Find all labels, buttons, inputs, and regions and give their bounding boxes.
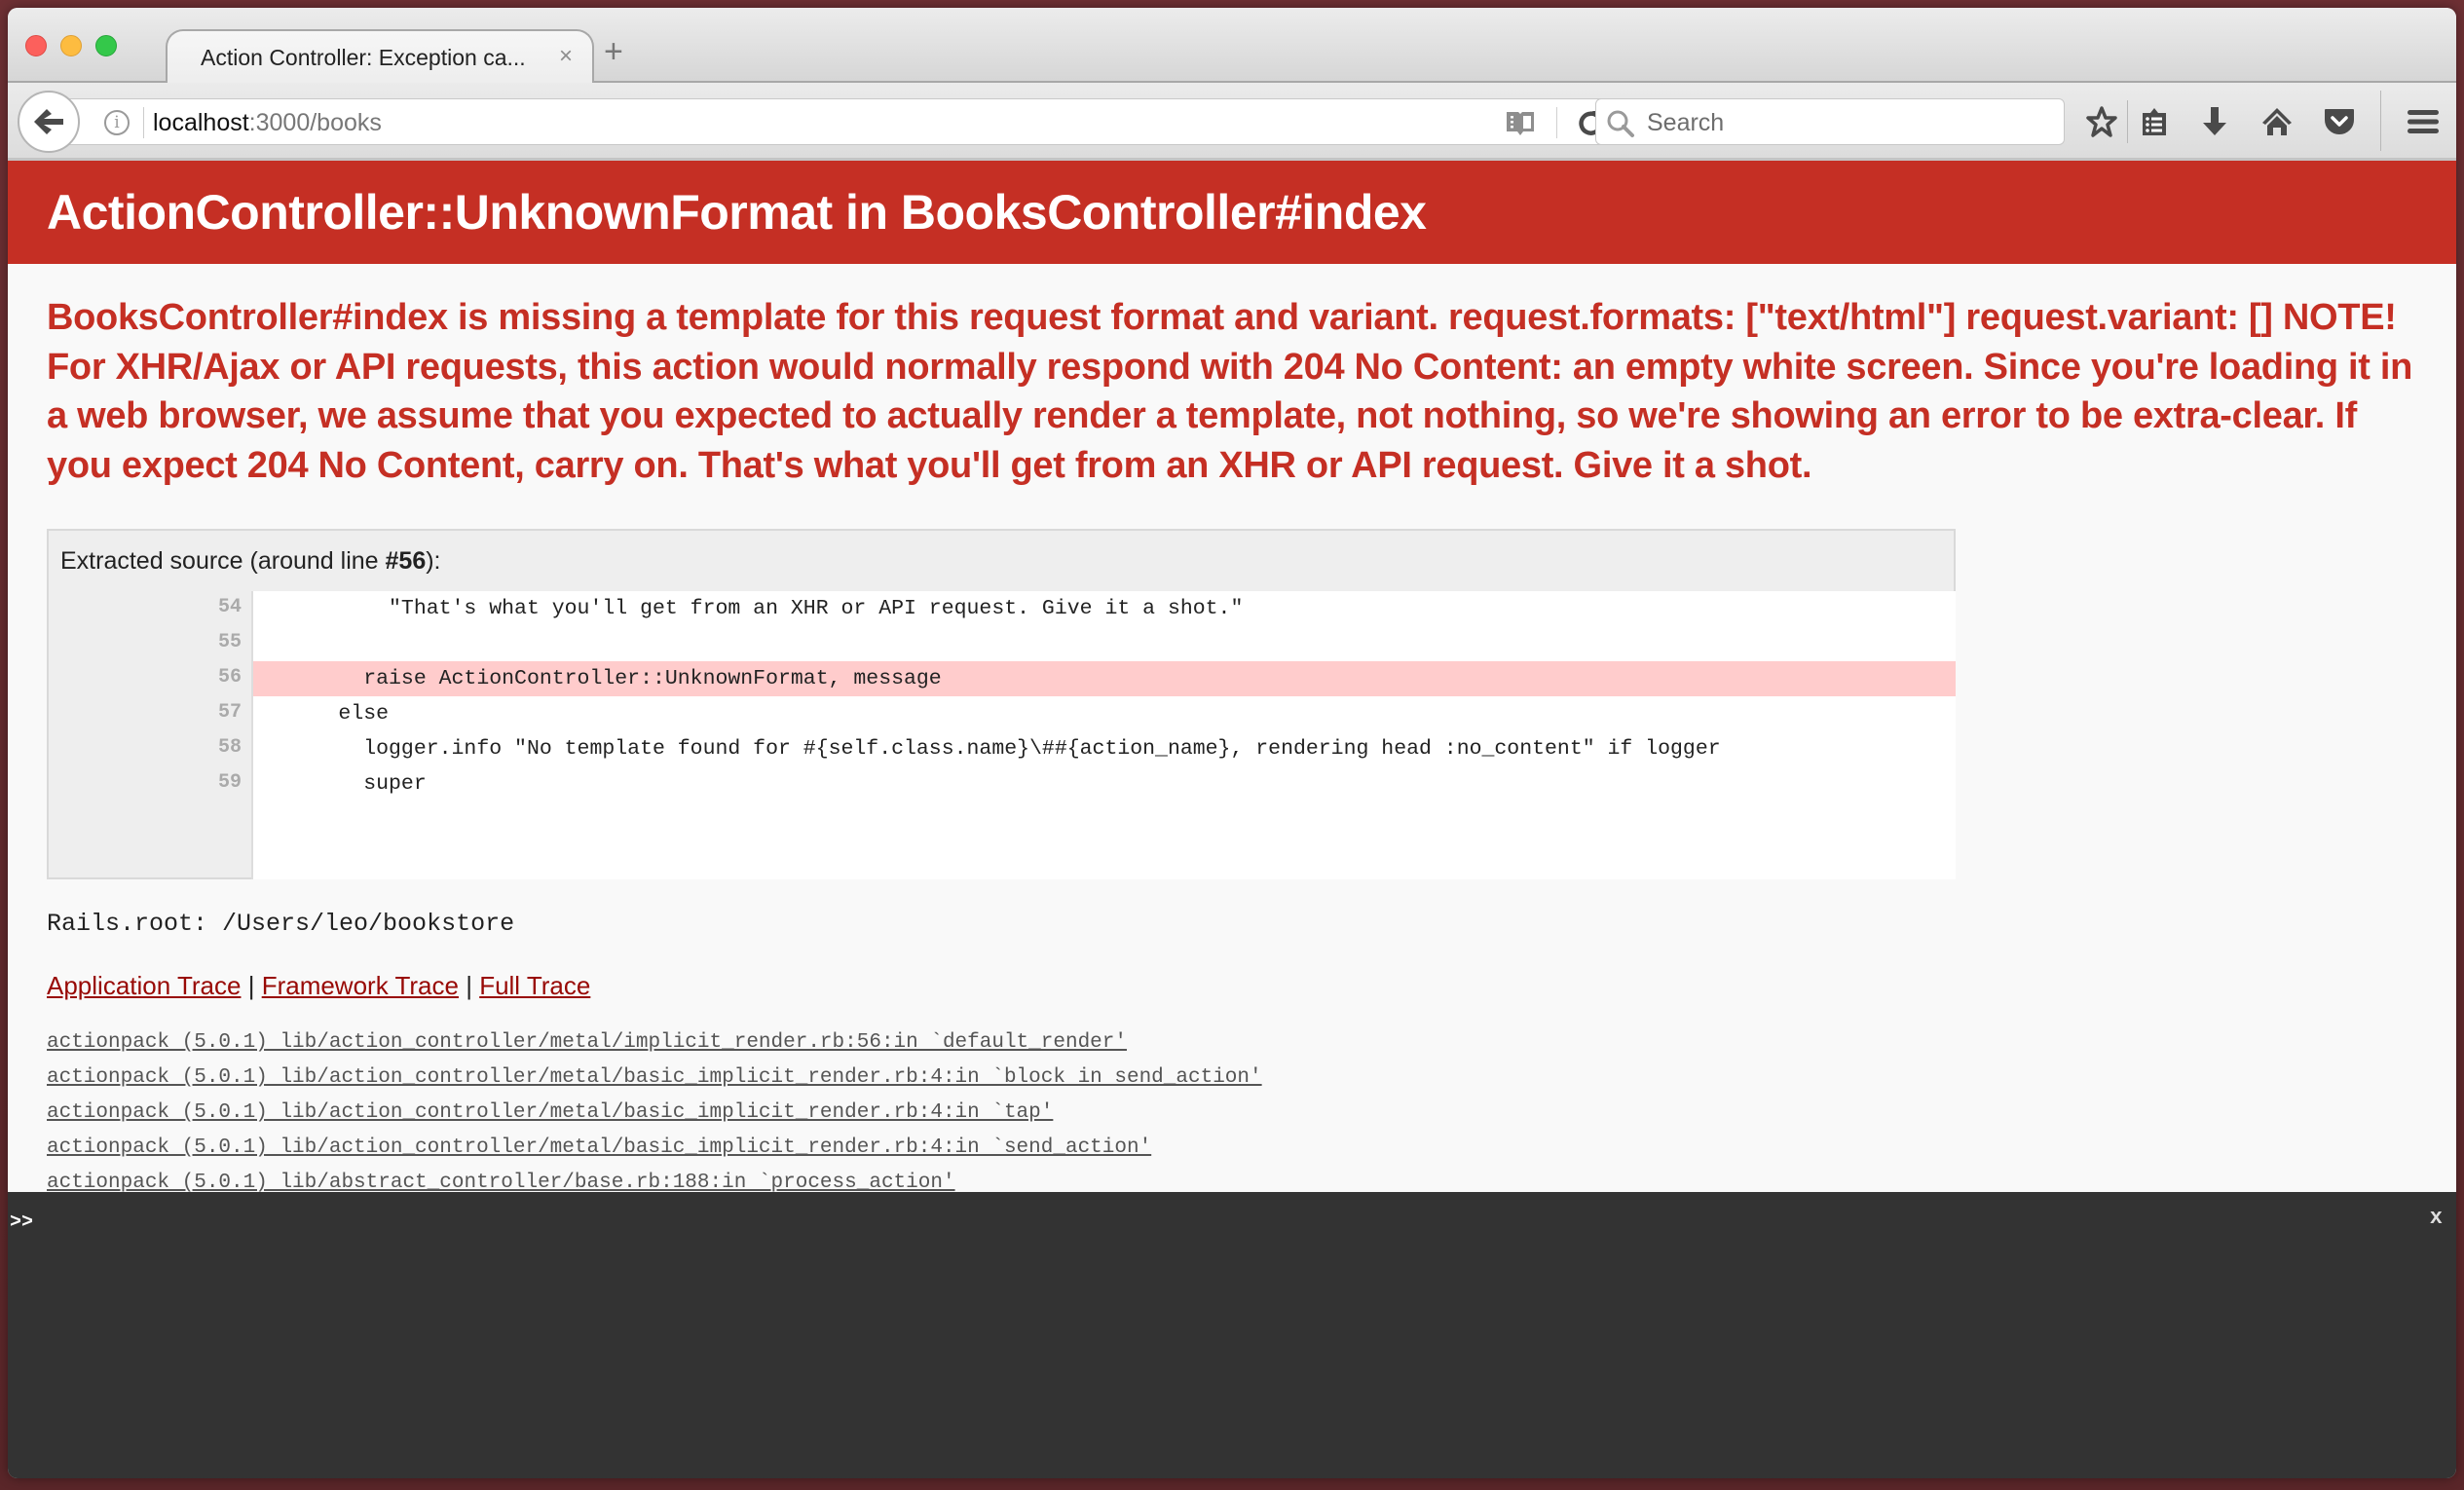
minimize-window-button[interactable] bbox=[60, 35, 82, 56]
console-close-button[interactable]: x bbox=[2430, 1206, 2443, 1230]
code-line: else bbox=[263, 702, 390, 726]
tab-title: Action Controller: Exception ca... bbox=[201, 45, 526, 70]
search-bar[interactable] bbox=[1595, 98, 2065, 145]
extracted-source: Extracted source (around line #56): 54 5… bbox=[47, 529, 1956, 879]
source-caption: Extracted source (around line #56): bbox=[60, 547, 441, 576]
line-number: 56 bbox=[217, 666, 242, 689]
line-number: 57 bbox=[217, 701, 242, 724]
bookmark-star-icon[interactable] bbox=[2082, 102, 2121, 141]
info-icon[interactable]: i bbox=[104, 110, 130, 135]
code-line: logger.info "No template found for #{sel… bbox=[263, 737, 1721, 761]
full-trace-link[interactable]: Full Trace bbox=[479, 971, 590, 1000]
trace-item[interactable]: actionpack (5.0.1) lib/action_controller… bbox=[47, 1025, 1262, 1061]
application-trace-link[interactable]: Application Trace bbox=[47, 971, 241, 1000]
zoom-window-button[interactable] bbox=[95, 35, 117, 56]
home-icon[interactable] bbox=[2258, 102, 2296, 141]
code-area: "That's what you'll get from an XHR or A… bbox=[251, 591, 1956, 879]
reader-view-icon[interactable] bbox=[1505, 109, 1536, 141]
trace-item[interactable]: actionpack (5.0.1) lib/action_controller… bbox=[47, 1096, 1262, 1131]
source-caption-line: #56 bbox=[385, 547, 427, 575]
line-number: 55 bbox=[217, 631, 242, 653]
trace-item[interactable]: actionpack (5.0.1) lib/abstract_controll… bbox=[47, 1166, 1262, 1192]
url-separator-2 bbox=[1556, 107, 1557, 138]
new-tab-button[interactable]: + bbox=[604, 35, 623, 68]
code-line-highlighted: raise ActionController::UnknownFormat, m… bbox=[253, 661, 1956, 696]
line-number: 54 bbox=[217, 596, 242, 618]
toolbar-separator-2 bbox=[2380, 91, 2381, 151]
tab-strip: Action Controller: Exception ca... × + bbox=[8, 8, 2456, 85]
back-arrow-icon bbox=[34, 109, 63, 134]
close-tab-icon[interactable]: × bbox=[559, 43, 573, 70]
trace-list: actionpack (5.0.1) lib/action_controller… bbox=[47, 1025, 1262, 1192]
trace-separator: | bbox=[247, 971, 255, 1000]
browser-tab[interactable]: Action Controller: Exception ca... × bbox=[166, 29, 594, 85]
console-prompt: >> bbox=[10, 1211, 34, 1234]
pocket-icon[interactable] bbox=[2320, 102, 2359, 141]
url-separator bbox=[143, 107, 144, 138]
url-host: localhost bbox=[153, 109, 249, 136]
trace-separator: | bbox=[466, 971, 472, 1000]
rails-root: Rails.root: /Users/leo/bookstore bbox=[47, 910, 515, 938]
close-window-button[interactable] bbox=[25, 35, 47, 56]
trace-item[interactable]: actionpack (5.0.1) lib/action_controller… bbox=[47, 1061, 1262, 1096]
line-number: 59 bbox=[217, 771, 242, 794]
browser-window: Action Controller: Exception ca... × + i… bbox=[8, 8, 2456, 1478]
hamburger-menu-icon[interactable] bbox=[2404, 102, 2443, 141]
navigation-toolbar: i localhost:3000/books bbox=[8, 83, 2456, 161]
url-text[interactable]: localhost:3000/books bbox=[153, 109, 382, 137]
line-number: 58 bbox=[217, 736, 242, 759]
source-caption-prefix: Extracted source (around line bbox=[60, 547, 386, 575]
search-input[interactable] bbox=[1647, 107, 2036, 138]
page-title: ActionController::UnknownFormat in Books… bbox=[47, 185, 1427, 240]
bookmarks-list-icon[interactable] bbox=[2135, 102, 2174, 141]
error-header: ActionController::UnknownFormat in Books… bbox=[8, 161, 2456, 264]
trace-links: Application Trace | Framework Trace | Fu… bbox=[47, 971, 590, 1001]
search-icon bbox=[1606, 109, 1635, 143]
code-line: super bbox=[263, 772, 427, 796]
downloads-icon[interactable] bbox=[2195, 102, 2234, 141]
web-console: >> x bbox=[8, 1192, 2456, 1478]
trace-item[interactable]: actionpack (5.0.1) lib/action_controller… bbox=[47, 1131, 1262, 1166]
url-bar[interactable]: i localhost:3000/books bbox=[66, 98, 1624, 145]
toolbar-separator bbox=[2127, 100, 2128, 143]
source-caption-suffix: ): bbox=[426, 547, 441, 575]
code-line: "That's what you'll get from an XHR or A… bbox=[263, 597, 1244, 620]
page-content: ActionController::UnknownFormat in Books… bbox=[8, 161, 2456, 1192]
back-button[interactable] bbox=[18, 91, 80, 153]
console-input[interactable] bbox=[47, 1206, 2384, 1239]
url-path: :3000/books bbox=[248, 109, 382, 136]
framework-trace-link[interactable]: Framework Trace bbox=[262, 971, 459, 1000]
line-numbers: 54 55 56 57 58 59 bbox=[49, 591, 253, 879]
error-message: BooksController#index is missing a templ… bbox=[47, 297, 2413, 486]
